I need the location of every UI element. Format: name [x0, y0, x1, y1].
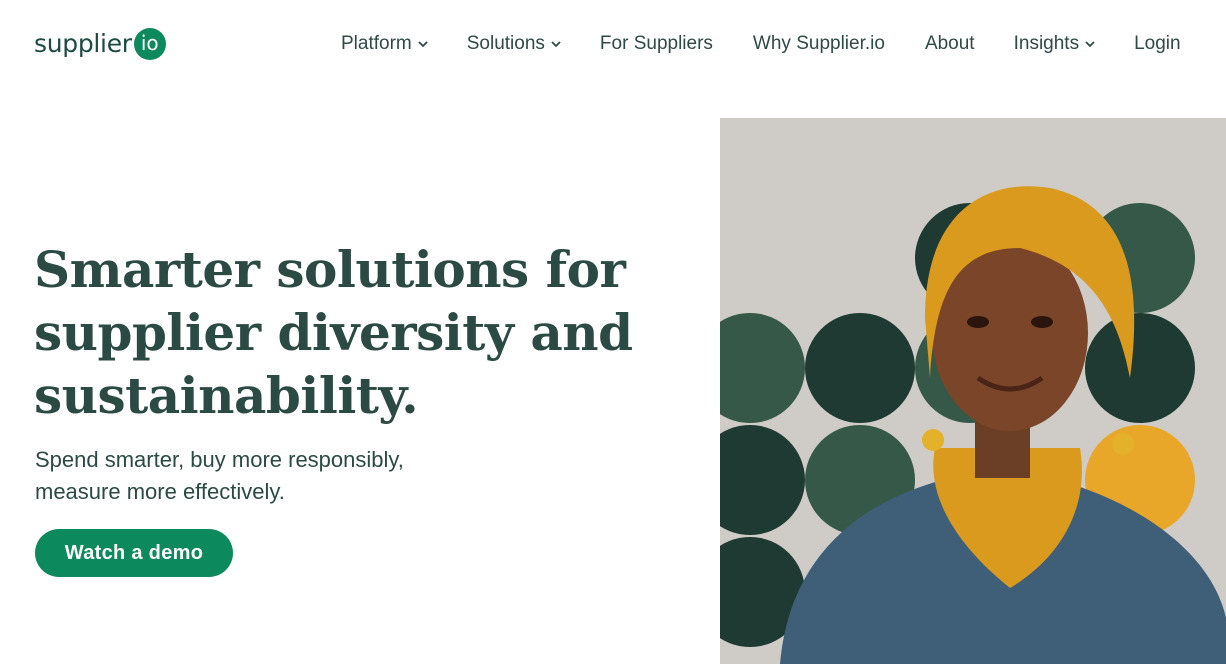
hero-subhead: Spend smarter, buy more responsibly, mea…	[35, 444, 495, 508]
nav-item-about[interactable]: About	[925, 33, 975, 55]
nav-item-for-suppliers[interactable]: For Suppliers	[600, 33, 713, 55]
nav-item-label: Why Supplier.io	[752, 33, 885, 54]
nav-item-label: For Suppliers	[599, 33, 713, 54]
hero-subhead-line1: Spend smarter, buy more responsibly,	[35, 447, 404, 472]
nav-item-solutions[interactable]: Solutions	[467, 33, 561, 55]
logo-badge: io	[133, 28, 166, 60]
watch-demo-button[interactable]: Watch a demo	[35, 529, 233, 577]
chevron-down-icon	[418, 39, 428, 49]
nav-item-label: Platform	[341, 33, 412, 54]
nav-item-label: About	[924, 33, 975, 54]
nav-item-insights[interactable]: Insights	[1014, 33, 1095, 55]
nav-item-platform[interactable]: Platform	[341, 33, 428, 55]
chevron-down-icon	[1085, 39, 1095, 49]
logo-wordmark: supplier	[34, 29, 132, 58]
main-nav: Platform Solutions For Suppliers Why Sup…	[341, 33, 1181, 55]
hero-subhead-line2: measure more effectively.	[35, 479, 285, 504]
hero-headline: Smarter solutions for supplier diversity…	[34, 240, 633, 425]
chevron-down-icon	[551, 39, 561, 49]
nav-item-label: Insights	[1013, 33, 1080, 54]
nav-item-why-supplier-io[interactable]: Why Supplier.io	[753, 33, 885, 55]
nav-item-label: Login	[1134, 33, 1181, 54]
nav-item-label: Solutions	[466, 33, 545, 54]
hero-image	[720, 118, 1226, 664]
logo[interactable]: supplier io	[34, 28, 166, 60]
nav-item-login[interactable]: Login	[1134, 33, 1181, 55]
